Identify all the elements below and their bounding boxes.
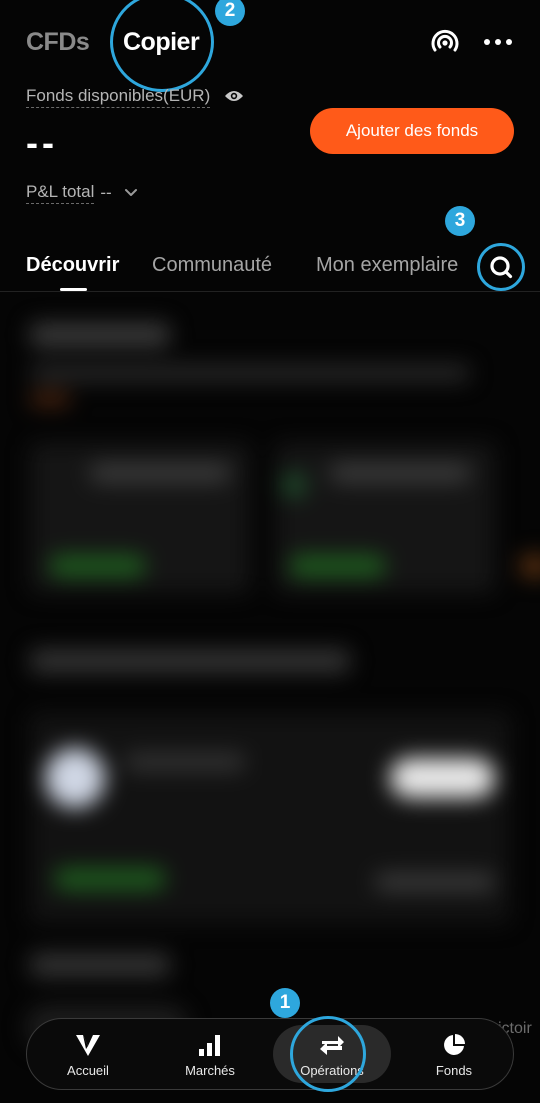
blurred-section-title [30,649,350,673]
pnl-total[interactable]: P&L total -- [26,182,138,204]
nav-item-fonds[interactable]: Fonds [393,1019,515,1091]
nav-label-fonds: Fonds [435,1063,473,1078]
pnl-value: -- [100,183,112,202]
bar-chart-icon [199,1035,220,1056]
step-marker-1: 1 [270,988,300,1018]
blurred-trader-card [30,713,510,923]
tab-decouvrir[interactable]: Découvrir [26,254,119,277]
blurred-section-title [30,953,170,977]
nav-item-accueil[interactable]: Accueil [27,1019,149,1091]
swap-arrows-icon [320,1036,344,1055]
blurred-green-stat [290,555,385,577]
chevron-down-icon [124,189,137,196]
nav-item-operations[interactable]: Opérations [271,1019,393,1091]
funds-value: -- [26,122,58,163]
pnl-label: P&L total [26,182,95,204]
nav-label-accueil: Accueil [67,1063,109,1078]
blurred-content-layer [0,293,540,1103]
tab-communaute[interactable]: Communauté [152,254,272,277]
blurred-card-title [330,463,470,483]
top-bar: CFDs Copier [0,0,540,90]
blurred-accent [30,393,70,405]
blurred-stat-text [375,873,495,891]
bottom-nav: Accueil Marchés Opérations Fonds [26,1018,514,1090]
blurred-avatar [45,748,105,808]
blurred-heading [30,323,170,347]
more-icon[interactable] [482,26,516,60]
step-marker-3: 3 [445,206,475,236]
nav-label-operations: Opérations [300,1063,364,1078]
mode-tab-copier[interactable]: Copier [123,28,200,57]
blurred-content [0,293,540,1103]
live-broadcast-icon[interactable] [428,26,462,60]
blurred-green-dot [282,473,306,497]
add-funds-button[interactable]: Ajouter des fonds [310,108,514,154]
blurred-green-stat [50,555,145,577]
pie-chart-icon [444,1034,465,1055]
copy-tabs: Découvrir Communauté Mon exemplaire [0,252,540,292]
blurred-subtitle [30,365,470,381]
funds-available-label[interactable]: Fonds disponibles(EUR) [26,86,211,108]
home-logo-icon [76,1035,100,1056]
blurred-card-title [90,463,230,483]
tab-mon-exemplaire[interactable]: Mon exemplaire [316,254,459,277]
eye-icon[interactable] [224,87,244,105]
blurred-green-stat [55,868,165,890]
active-tab-indicator [60,288,87,291]
blurred-white-pill [390,758,495,798]
nav-label-marches: Marchés [185,1063,235,1078]
search-icon[interactable] [476,242,526,292]
blurred-orange-edge [520,555,540,577]
blurred-trader-name [125,753,245,771]
nav-item-marches[interactable]: Marchés [149,1019,271,1091]
mode-tab-cfds[interactable]: CFDs [26,28,90,57]
